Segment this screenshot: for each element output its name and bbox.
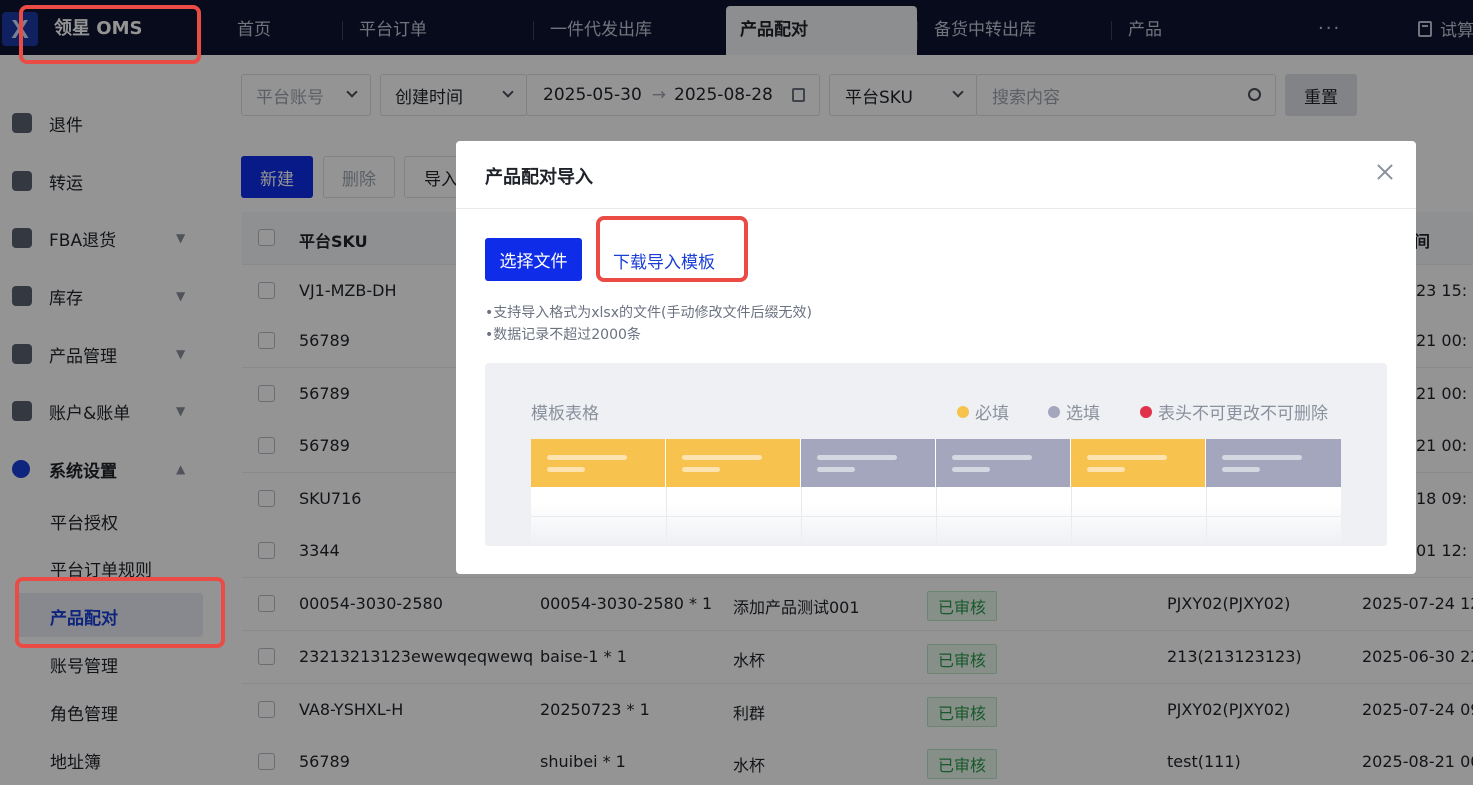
close-icon[interactable] bbox=[1374, 161, 1396, 183]
legend-locked-header: 表头不可更改不可删除 bbox=[1140, 399, 1328, 424]
template-preview: 模板表格 必填 选填 表头不可更改不可删除 bbox=[485, 363, 1387, 546]
template-col-optional bbox=[936, 439, 1071, 487]
legend-required: 必填 bbox=[957, 399, 1009, 424]
annotation-logo-highlight bbox=[19, 5, 201, 64]
template-title: 模板表格 bbox=[531, 404, 599, 424]
template-col-optional bbox=[1206, 439, 1341, 487]
legend-optional: 选填 bbox=[1048, 399, 1100, 424]
select-file-button[interactable]: 选择文件 bbox=[485, 238, 582, 281]
annotation-sidebar-highlight bbox=[15, 577, 225, 648]
legend-locked-label: 表头不可更改不可删除 bbox=[1158, 404, 1328, 424]
legend-optional-label: 选填 bbox=[1066, 404, 1100, 424]
template-fade bbox=[485, 503, 1387, 546]
annotation-download-highlight bbox=[596, 216, 748, 282]
dialog-divider bbox=[456, 208, 1416, 209]
dialog-note-format: •支持导入格式为xlsx的文件(手动修改文件后缀无效) bbox=[485, 305, 812, 321]
template-col-required bbox=[666, 439, 801, 487]
template-col-optional bbox=[801, 439, 936, 487]
import-dialog: 产品配对导入 选择文件 下载导入模板 •支持导入格式为xlsx的文件(手动修改文… bbox=[456, 141, 1416, 574]
dialog-note-limit: •数据记录不超过2000条 bbox=[485, 327, 641, 343]
dialog-title: 产品配对导入 bbox=[485, 167, 593, 188]
optional-dot-icon bbox=[1048, 405, 1060, 418]
required-dot-icon bbox=[957, 405, 969, 418]
template-col-required bbox=[1071, 439, 1206, 487]
template-col-required bbox=[531, 439, 666, 487]
legend-required-label: 必填 bbox=[975, 404, 1009, 424]
locked-dot-icon bbox=[1140, 405, 1152, 418]
